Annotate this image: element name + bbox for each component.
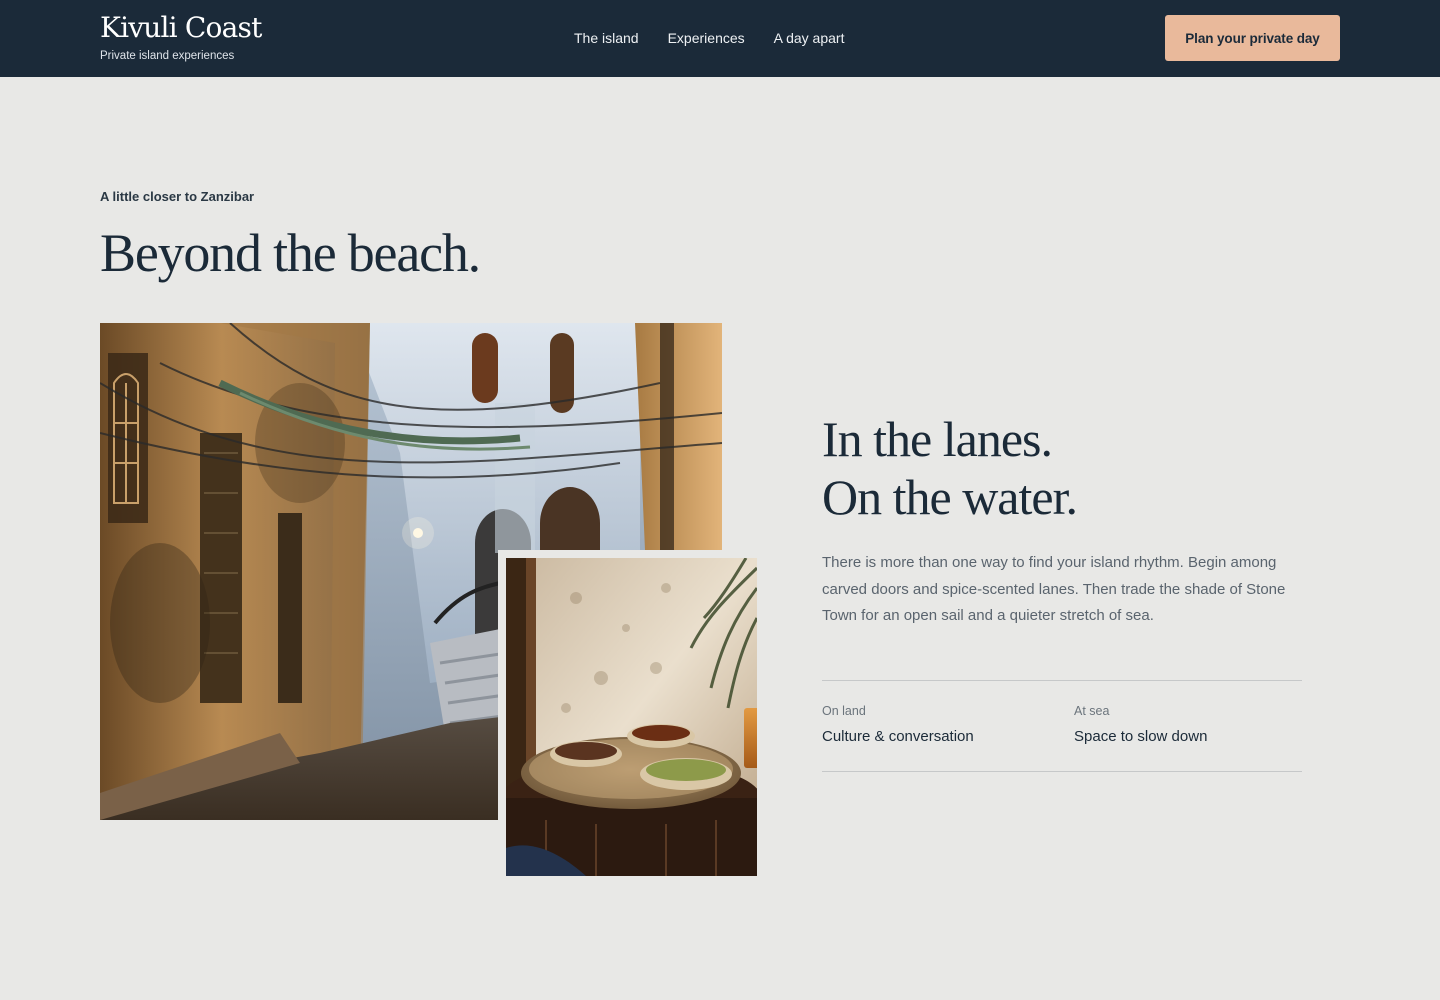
nav-link-a-day-apart[interactable]: A day apart xyxy=(774,29,845,47)
brand-logo[interactable]: Kivuli Coast Private island experiences xyxy=(100,11,262,63)
fact-label: On land xyxy=(822,704,866,718)
page-title: Beyond the beach. xyxy=(100,223,481,283)
fact-value: Space to slow down xyxy=(1074,728,1208,745)
brand-tagline: Private island experiences xyxy=(100,50,235,62)
section-heading-line-1: In the lanes. xyxy=(822,411,1053,467)
fact-label: At sea xyxy=(1074,704,1110,718)
spice-tray-photo xyxy=(498,550,765,884)
brand-name: Kivuli Coast xyxy=(100,11,262,44)
site-header: Kivuli Coast Private island experiences … xyxy=(0,0,1440,77)
section-heading-line-2: On the water. xyxy=(822,469,1078,525)
fact-on-land: On land Culture & conversation xyxy=(822,703,974,747)
facts-panel: On land Culture & conversation At sea Sp… xyxy=(822,680,1302,772)
nav-link-the-island[interactable]: The island xyxy=(574,29,639,47)
section-eyebrow: A little closer to Zanzibar xyxy=(100,189,255,204)
section-body-text: There is more than one way to find your … xyxy=(822,554,1286,624)
fact-at-sea: At sea Space to slow down xyxy=(1074,703,1207,747)
section-heading: In the lanes. On the water. xyxy=(822,410,1078,526)
nav-link-experiences[interactable]: Experiences xyxy=(668,29,745,47)
fact-value: Culture & conversation xyxy=(822,728,974,745)
main-nav: The island Experiences A day apart xyxy=(574,29,844,47)
plan-private-day-button[interactable]: Plan your private day xyxy=(1165,15,1340,61)
